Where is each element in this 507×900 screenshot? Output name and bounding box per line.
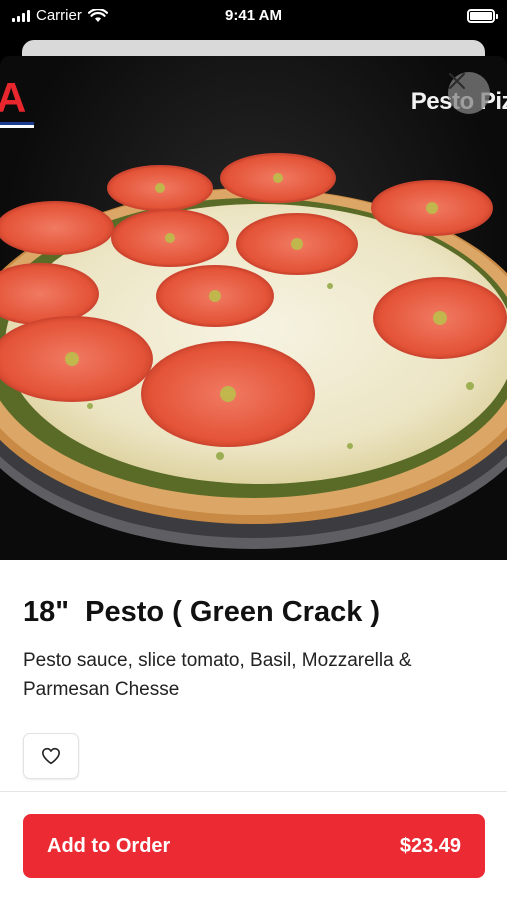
pizza-illustration bbox=[0, 153, 507, 549]
product-title: 18" Pesto ( Green Crack ) bbox=[23, 596, 381, 628]
status-bar: Carrier 9:41 AM bbox=[0, 0, 507, 34]
brand-logo: A bbox=[0, 74, 26, 121]
add-to-order-button[interactable]: Add to Order $23.49 bbox=[23, 814, 485, 878]
status-time: 9:41 AM bbox=[225, 7, 282, 24]
close-button[interactable] bbox=[448, 72, 490, 114]
close-icon bbox=[449, 73, 465, 89]
favorite-button[interactable] bbox=[23, 733, 79, 779]
battery-icon bbox=[467, 9, 498, 23]
divider bbox=[0, 791, 507, 792]
product-image: A Pesto Piz bbox=[0, 56, 507, 560]
add-to-order-label: Add to Order bbox=[47, 834, 171, 857]
brand-logo-stripe bbox=[0, 122, 34, 128]
order-price: $23.49 bbox=[399, 834, 461, 857]
heart-icon bbox=[41, 747, 60, 765]
product-details: 18" Pesto ( Green Crack ) Pesto sauce, s… bbox=[0, 560, 507, 900]
product-description: Pesto sauce, slice tomato, Basil, Mozzar… bbox=[23, 650, 412, 700]
